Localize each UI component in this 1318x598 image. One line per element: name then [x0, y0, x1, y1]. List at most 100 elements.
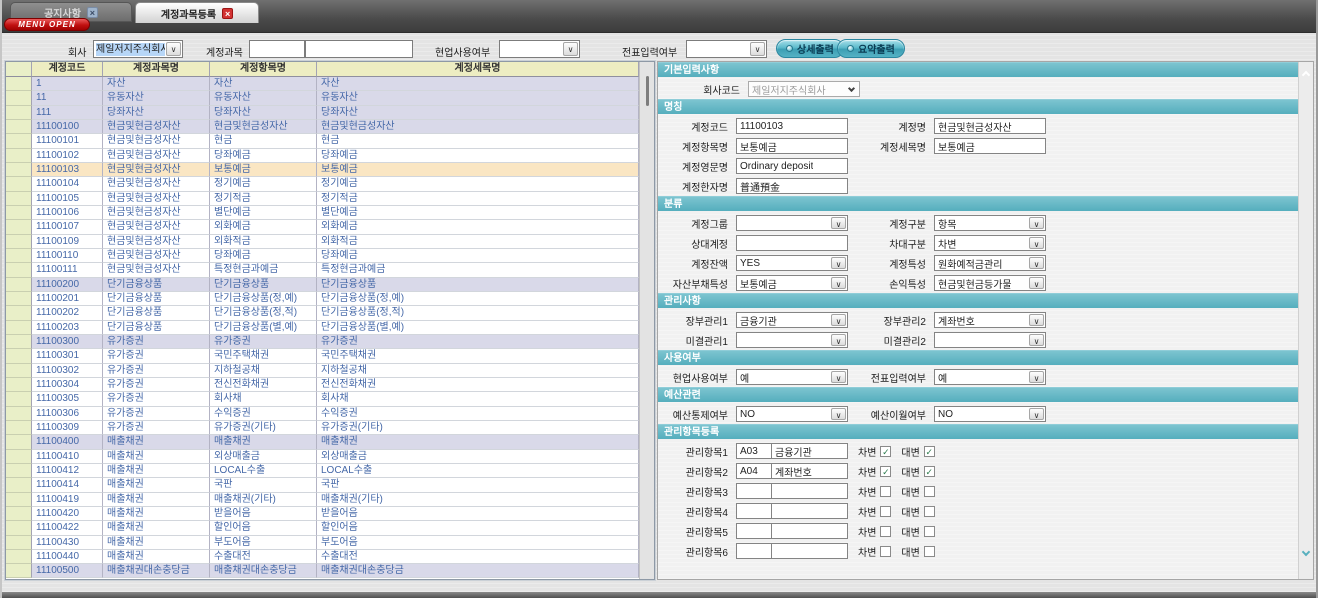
- account-code-input[interactable]: 11100103: [736, 118, 848, 134]
- mgmt-item-5-code-input[interactable]: [736, 523, 772, 539]
- mgmt-item-6-name-input[interactable]: [772, 543, 848, 559]
- row-selector[interactable]: [6, 435, 32, 449]
- chevron-down-icon[interactable]: ∨: [1029, 277, 1044, 289]
- table-row[interactable]: 11100301유가증권국민주택채권국민주택채권: [6, 349, 639, 363]
- chevron-down-icon[interactable]: ∨: [750, 42, 765, 56]
- credit-checkbox[interactable]: [924, 486, 935, 497]
- row-selector[interactable]: [6, 478, 32, 492]
- row-selector[interactable]: [6, 206, 32, 220]
- table-row[interactable]: 11100103현금및현금성자산보통예금보통예금: [6, 163, 639, 177]
- row-selector[interactable]: [6, 177, 32, 191]
- debit-checkbox[interactable]: [880, 526, 891, 537]
- table-row[interactable]: 11100110현금및현금성자산당좌예금당좌예금: [6, 249, 639, 263]
- account-name-input[interactable]: 현금및현금성자산: [934, 118, 1046, 134]
- debit-checkbox[interactable]: ✓: [880, 446, 891, 457]
- table-row[interactable]: 11100410매출채권외상매출금외상매출금: [6, 450, 639, 464]
- chevron-down-icon[interactable]: ∨: [1029, 217, 1044, 229]
- table-row[interactable]: 11100500매출채권대손충당금매출채권대손충당금매출채권대손충당금: [6, 564, 639, 578]
- grid-scrollbar[interactable]: [639, 62, 654, 579]
- mgmt-item-5-name-input[interactable]: [772, 523, 848, 539]
- row-selector[interactable]: [6, 335, 32, 349]
- grid-column-header[interactable]: 계정코드: [32, 62, 103, 77]
- row-selector[interactable]: [6, 321, 32, 335]
- table-row[interactable]: 11100111현금및현금성자산특정현금과예금특정현금과예금: [6, 263, 639, 277]
- chevron-down-icon[interactable]: ∨: [831, 217, 846, 229]
- table-row[interactable]: 11100202단기금융상품단기금융상품(정,적)단기금융상품(정,적): [6, 306, 639, 320]
- row-selector[interactable]: [6, 134, 32, 148]
- mgmt-item-3-code-input[interactable]: [736, 483, 772, 499]
- row-selector[interactable]: [6, 292, 32, 306]
- table-row[interactable]: 11100104현금및현금성자산정기예금정기예금: [6, 177, 639, 191]
- company-select[interactable]: 제일저지주식회사 ∨: [93, 40, 183, 58]
- chevron-down-icon[interactable]: ∨: [1029, 314, 1044, 326]
- company-code-select[interactable]: 제일저지주식회사: [748, 81, 860, 97]
- table-row[interactable]: 11100306유가증권수익증권수익증권: [6, 407, 639, 421]
- chevron-down-icon[interactable]: ∨: [1029, 237, 1044, 249]
- debit-checkbox[interactable]: [880, 506, 891, 517]
- chevron-down-icon[interactable]: ∨: [831, 257, 846, 269]
- row-selector[interactable]: [6, 564, 32, 578]
- account-group-select[interactable]: ∨: [736, 215, 848, 231]
- chevron-down-icon[interactable]: ∨: [563, 42, 578, 56]
- account-english-name-input[interactable]: Ordinary deposit: [736, 158, 848, 174]
- chevron-down-icon[interactable]: ∨: [166, 42, 181, 56]
- table-row[interactable]: 11100400매출채권매출채권매출채권: [6, 435, 639, 449]
- table-row[interactable]: 11100100현금및현금성자산현금및현금성자산현금및현금성자산: [6, 120, 639, 134]
- credit-checkbox[interactable]: [924, 506, 935, 517]
- mgmt-item-2-code-input[interactable]: A04: [736, 463, 772, 479]
- table-row[interactable]: 111당좌자산당좌자산당좌자산: [6, 106, 639, 120]
- row-selector[interactable]: [6, 149, 32, 163]
- grid-scrollbar-thumb[interactable]: [646, 76, 649, 106]
- row-selector[interactable]: [6, 306, 32, 320]
- row-selector[interactable]: [6, 91, 32, 105]
- tab-close-icon[interactable]: ×: [222, 8, 233, 19]
- credit-checkbox[interactable]: ✓: [924, 466, 935, 477]
- row-selector[interactable]: [6, 464, 32, 478]
- mgmt-item-3-name-input[interactable]: [772, 483, 848, 499]
- debit-credit-class-select[interactable]: 차변∨: [934, 235, 1046, 251]
- chevron-down-icon[interactable]: ∨: [1029, 257, 1044, 269]
- table-row[interactable]: 11100422매출채권할인어음할인어음: [6, 521, 639, 535]
- table-row[interactable]: 11100203단기금융상품단기금융상품(별,예)단기금융상품(별,예): [6, 321, 639, 335]
- table-row[interactable]: 11유동자산유동자산유동자산: [6, 91, 639, 105]
- chevron-down-icon[interactable]: ∨: [831, 314, 846, 326]
- account-class-select[interactable]: 항목∨: [934, 215, 1046, 231]
- credit-checkbox[interactable]: [924, 526, 935, 537]
- chevron-down-icon[interactable]: ∨: [831, 277, 846, 289]
- table-row[interactable]: 11100101현금및현금성자산현금현금: [6, 134, 639, 148]
- row-selector[interactable]: [6, 378, 32, 392]
- tab-account-registration[interactable]: 계정과목등록 ×: [135, 2, 259, 23]
- account-characteristic-select[interactable]: 원화예적금관리∨: [934, 255, 1046, 271]
- table-row[interactable]: 11100105현금및현금성자산정기적금정기적금: [6, 192, 639, 206]
- budget-carryover-select[interactable]: NO∨: [934, 406, 1046, 422]
- grid-column-header[interactable]: 계정과목명: [103, 62, 210, 77]
- table-row[interactable]: 11100309유가증권유가증권(기타)유가증권(기타): [6, 421, 639, 435]
- grid-column-header[interactable]: 계정항목명: [210, 62, 317, 77]
- table-row[interactable]: 11100304유가증권전신전화채권전신전화채권: [6, 378, 639, 392]
- table-row[interactable]: 11100420매출채권받을어음받을어음: [6, 507, 639, 521]
- chevron-down-icon[interactable]: ∨: [831, 371, 846, 383]
- mgmt-item-4-code-input[interactable]: [736, 503, 772, 519]
- slip-input-select[interactable]: 예∨: [934, 369, 1046, 385]
- chevron-down-icon[interactable]: [1302, 548, 1310, 556]
- mgmt-item-2-name-input[interactable]: 계좌번호: [772, 463, 848, 479]
- table-row[interactable]: 11100102현금및현금성자산당좌예금당좌예금: [6, 149, 639, 163]
- chevron-down-icon[interactable]: ∨: [831, 408, 846, 420]
- mgmt-item-1-name-input[interactable]: 금융기관: [772, 443, 848, 459]
- counter-account-input[interactable]: [736, 235, 848, 251]
- row-selector[interactable]: [6, 536, 32, 550]
- chevron-down-icon[interactable]: ∨: [1029, 371, 1044, 383]
- grid-column-header[interactable]: 계정세목명: [317, 62, 639, 77]
- row-selector[interactable]: [6, 235, 32, 249]
- account-subject-input-1[interactable]: [249, 40, 305, 58]
- row-selector[interactable]: [6, 249, 32, 263]
- book-mgmt-2-select[interactable]: 계좌번호∨: [934, 312, 1046, 328]
- field-use-select[interactable]: 예∨: [736, 369, 848, 385]
- budget-control-select[interactable]: NO∨: [736, 406, 848, 422]
- debit-checkbox[interactable]: ✓: [880, 466, 891, 477]
- pending-mgmt-2-select[interactable]: ∨: [934, 332, 1046, 348]
- row-selector[interactable]: [6, 263, 32, 277]
- row-selector[interactable]: [6, 507, 32, 521]
- account-detail-name-input[interactable]: 보통예금: [934, 138, 1046, 154]
- mgmt-item-1-code-input[interactable]: A03: [736, 443, 772, 459]
